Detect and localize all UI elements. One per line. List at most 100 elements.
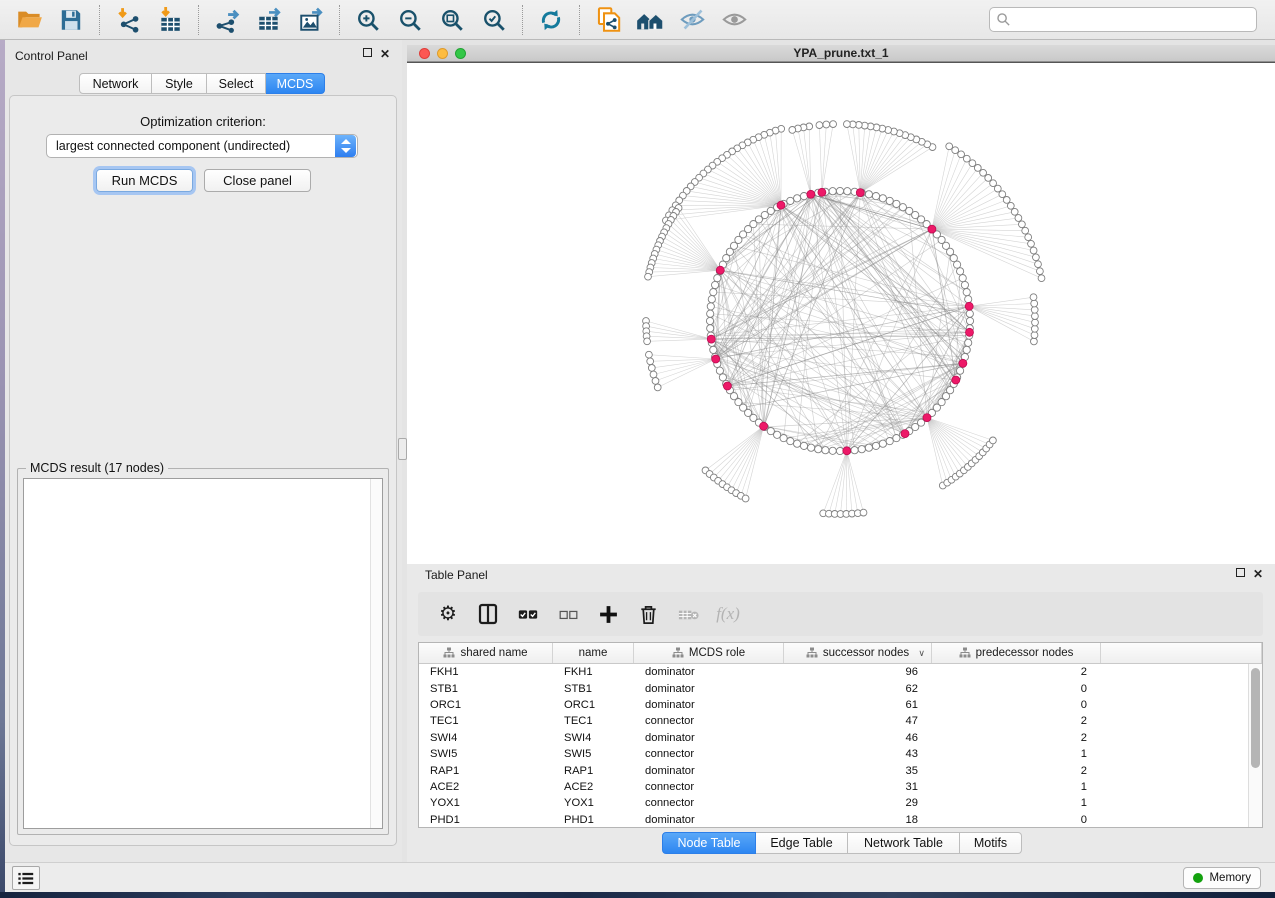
search-icon (996, 12, 1011, 27)
clone-network-button[interactable] (587, 3, 629, 37)
control-panel-title: Control Panel (15, 49, 88, 63)
toolbar-separator (198, 5, 199, 35)
search-input[interactable] (1011, 13, 1250, 27)
network-canvas[interactable] (407, 62, 1275, 564)
toolbar-separator (522, 5, 523, 35)
zoom-selected-button[interactable] (473, 3, 515, 37)
select-all-columns-button[interactable] (510, 596, 546, 632)
table-row[interactable]: RAP1 RAP1 dominator 35 2 (419, 762, 1248, 778)
tab-edge-table[interactable]: Edge Table (756, 832, 848, 854)
save-session-button[interactable] (50, 3, 92, 37)
table-row[interactable]: ACE2 ACE2 connector 31 1 (419, 779, 1248, 795)
plus-icon (598, 604, 619, 625)
first-neighbors-button[interactable] (629, 3, 671, 37)
column-header-predecessor-nodes[interactable]: predecessor nodes (932, 643, 1101, 663)
export-image-icon (298, 7, 324, 33)
table-panel: Table Panel ✕ ⚙ (407, 564, 1275, 862)
column-namespace-icon (672, 647, 684, 659)
create-column-button[interactable] (590, 596, 626, 632)
optimization-criterion-dropdown[interactable]: largest connected component (undirected) (46, 134, 358, 158)
node-table: shared name name MCDS role successor nod… (418, 642, 1263, 828)
zoom-fit-icon (439, 7, 465, 33)
column-namespace-icon (806, 647, 818, 659)
tab-mcds[interactable]: MCDS (266, 73, 325, 94)
tab-network[interactable]: Network (79, 73, 152, 94)
toolbar-separator (339, 5, 340, 35)
control-panel: Control Panel ✕ Network Style Select MCD… (5, 40, 402, 862)
zoom-out-icon (397, 7, 423, 33)
network-graph (407, 63, 1273, 564)
column-header-filler (1101, 643, 1262, 663)
close-panel-icon[interactable]: ✕ (380, 48, 390, 60)
column-header-name[interactable]: name (553, 643, 634, 663)
zoom-in-button[interactable] (347, 3, 389, 37)
mcds-result-list[interactable] (23, 478, 383, 829)
import-network-button[interactable] (107, 3, 149, 37)
vertical-splitter-handle[interactable] (398, 438, 407, 460)
function-builder-button-disabled: f(x) (710, 596, 746, 632)
network-window-title: YPA_prune.txt_1 (407, 46, 1275, 60)
table-row[interactable]: STB1 STB1 dominator 62 0 (419, 680, 1248, 696)
list-icon (17, 871, 35, 886)
export-network-button[interactable] (206, 3, 248, 37)
mcds-result-group: MCDS result (17 nodes) (17, 468, 389, 835)
sort-chevron-icon[interactable]: ∨ (918, 648, 925, 659)
column-namespace-icon (959, 647, 971, 659)
tab-select[interactable]: Select (207, 73, 266, 94)
run-mcds-button[interactable]: Run MCDS (96, 169, 193, 192)
network-window-titlebar[interactable]: YPA_prune.txt_1 (407, 45, 1275, 62)
table-row[interactable]: PHD1 PHD1 dominator 18 0 (419, 812, 1248, 827)
table-row[interactable]: TEC1 TEC1 connector 47 2 (419, 713, 1248, 729)
float-panel-icon[interactable] (363, 48, 372, 57)
checked-checkboxes-icon (517, 603, 539, 625)
list-scrollbar[interactable] (370, 479, 382, 828)
import-table-button[interactable] (149, 3, 191, 37)
column-header-successor-nodes[interactable]: successor nodes ∨ (784, 643, 932, 663)
table-row[interactable]: ORC1 ORC1 dominator 61 0 (419, 697, 1248, 713)
zoom-out-button[interactable] (389, 3, 431, 37)
memory-label: Memory (1209, 872, 1251, 884)
save-icon (58, 7, 84, 33)
delete-column-button[interactable] (630, 596, 666, 632)
tab-network-table[interactable]: Network Table (848, 832, 960, 854)
refresh-button[interactable] (530, 3, 572, 37)
deselect-all-columns-button[interactable] (550, 596, 586, 632)
close-panel-button[interactable]: Close panel (204, 169, 311, 192)
float-table-panel-icon[interactable] (1236, 568, 1245, 577)
houses-icon (636, 6, 664, 34)
export-table-button[interactable] (248, 3, 290, 37)
columns-icon (477, 602, 499, 626)
column-header-shared-name[interactable]: shared name (419, 643, 553, 663)
export-table-icon (256, 7, 282, 33)
export-image-button[interactable] (290, 3, 332, 37)
table-header-row: shared name name MCDS role successor nod… (419, 643, 1262, 664)
show-columns-button[interactable] (470, 596, 506, 632)
table-row[interactable]: SWI5 SWI5 connector 43 1 (419, 746, 1248, 762)
show-all-button[interactable] (713, 3, 755, 37)
zoom-fit-button[interactable] (431, 3, 473, 37)
optimization-criterion-label: Optimization criterion: (10, 114, 396, 129)
table-row[interactable]: FKH1 FKH1 dominator 96 2 (419, 664, 1248, 680)
search-box (989, 7, 1257, 32)
show-log-button[interactable] (12, 866, 40, 890)
column-header-mcds-role[interactable]: MCDS role (634, 643, 784, 663)
tab-motifs[interactable]: Motifs (960, 832, 1022, 854)
close-table-panel-icon[interactable]: ✕ (1253, 568, 1263, 580)
table-scrollbar[interactable] (1248, 664, 1262, 827)
hide-selected-button[interactable] (671, 3, 713, 37)
open-file-button[interactable] (8, 3, 50, 37)
table-row[interactable]: SWI4 SWI4 dominator 46 2 (419, 730, 1248, 746)
tab-style[interactable]: Style (152, 73, 207, 94)
table-panel-title: Table Panel (425, 568, 488, 582)
table-settings-button[interactable]: ⚙ (430, 596, 466, 632)
import-network-icon (115, 7, 141, 33)
dropdown-selected-value: largest connected component (undirected) (47, 139, 335, 153)
clone-network-icon (595, 6, 622, 33)
table-panel-tabs: Node Table Edge Table Network Table Moti… (662, 832, 1022, 854)
tab-node-table[interactable]: Node Table (662, 832, 756, 854)
table-row[interactable]: YOX1 YOX1 connector 29 1 (419, 795, 1248, 811)
eye-slash-icon (679, 6, 706, 33)
table-scrollbar-thumb[interactable] (1251, 668, 1260, 768)
mcds-tab-content: Optimization criterion: largest connecte… (9, 95, 397, 846)
memory-button[interactable]: Memory (1183, 867, 1261, 889)
